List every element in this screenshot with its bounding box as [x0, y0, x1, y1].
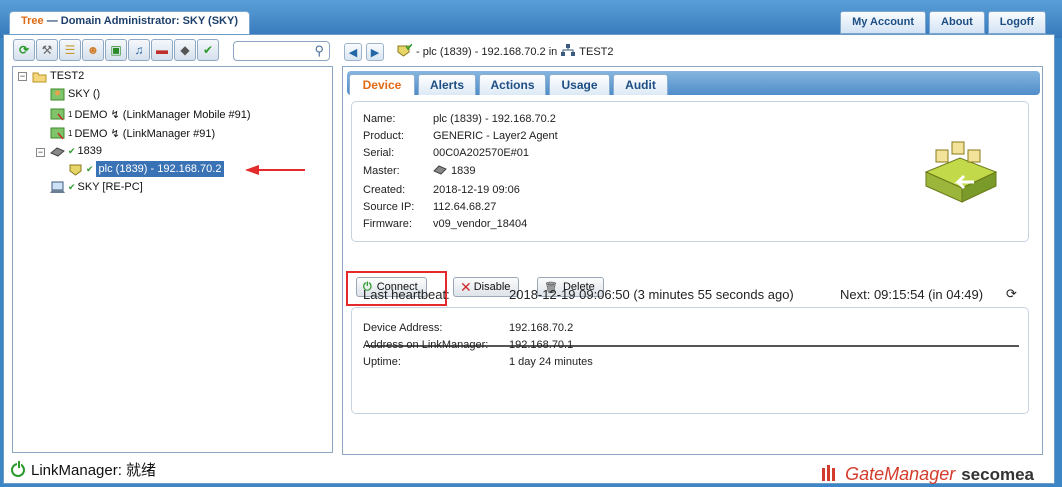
bell-icon[interactable]: ♫: [128, 39, 150, 61]
title-tab: Tree — Domain Administrator: SKY (SKY): [9, 11, 250, 34]
field-label: Master:: [363, 165, 400, 177]
tab-usage[interactable]: Usage: [549, 74, 610, 95]
device-icon: [50, 145, 65, 158]
status-text: LinkManager: 就绪: [31, 462, 157, 479]
tab-device[interactable]: Device: [349, 74, 415, 95]
tree-label: Tree: [21, 15, 44, 27]
screen-icon[interactable]: ▣: [105, 39, 127, 61]
brand-logos: GateManager secomea: [821, 464, 1034, 485]
tree-icon[interactable]: ☰: [59, 39, 81, 61]
power-icon: [11, 460, 25, 477]
tree-search-input[interactable]: ⚲: [233, 41, 330, 61]
forward-icon[interactable]: ▶: [366, 43, 384, 61]
created-value: 2018-12-19 09:06: [433, 184, 520, 196]
search-icon[interactable]: ⚲: [314, 43, 324, 59]
next-heartbeat: Next: 09:15:54 (in 04:49): [840, 287, 984, 302]
tab-actions[interactable]: Actions: [479, 74, 546, 95]
plc-agent-icon: [68, 163, 83, 176]
name-value: plc (1839) - 192.168.70.2: [433, 113, 556, 125]
user-icon[interactable]: ☻: [82, 39, 104, 61]
status-bar: LinkManager: 就绪: [11, 459, 156, 480]
x-icon: ✕: [460, 278, 472, 295]
refresh-icon[interactable]: ⟳: [13, 39, 35, 61]
device-info-card: Name: plc (1839) - 192.168.70.2 Product:…: [351, 101, 1029, 242]
gatemanager-logo-icon: [821, 464, 839, 485]
field-label: Address on LinkManager:: [363, 339, 489, 351]
field-label: Serial:: [363, 147, 395, 159]
plc-agent-icon: [396, 43, 413, 61]
folder-icon: [32, 70, 47, 83]
red-arrow-annotation: [245, 165, 305, 175]
tree-toolbar: ⟳ ⚒ ☰ ☻ ▣ ♫ ▬ ◆ ✔: [13, 39, 219, 61]
linkmanager-address-value: 192.168.70.1: [509, 339, 574, 351]
breadcrumb: ◀ ▶ - plc (1839) - 192.168.70.2 in TEST2: [344, 43, 614, 61]
about-link[interactable]: About: [929, 11, 985, 34]
firmware-value: v09_vendor_18404: [433, 218, 528, 230]
tree-node-demo[interactable]: 1 DEMO ↯ (LinkManager #91): [50, 125, 215, 141]
collapse-icon[interactable]: −: [18, 72, 27, 81]
tree-node-1839[interactable]: ✔ 1839: [50, 143, 102, 159]
field-label: Firmware:: [363, 218, 412, 230]
uptime-value: 1 day 24 minutes: [509, 356, 593, 368]
tab-bar: Device Alerts Actions Usage Audit: [347, 71, 1040, 95]
user-icon: [50, 88, 65, 101]
top-bar: Tree — Domain Administrator: SKY (SKY) M…: [0, 0, 1062, 38]
main-panel: ⟳ ⚒ ☰ ☻ ▣ ♫ ▬ ◆ ✔ ⚲ − TEST2 SKY () 1 DEM…: [3, 34, 1055, 484]
tree-panel: − TEST2 SKY () 1 DEMO ↯ (LinkManager Mob…: [12, 66, 333, 453]
secomea-logo: secomea: [961, 464, 1034, 484]
master-value[interactable]: 1839: [433, 164, 475, 178]
tools-icon[interactable]: ⚒: [36, 39, 58, 61]
collapse-icon[interactable]: −: [36, 148, 45, 157]
screen-icon: [50, 127, 65, 140]
domain-tree-icon: [561, 44, 576, 60]
check-device-icon[interactable]: ✔: [197, 39, 219, 61]
tab-alerts[interactable]: Alerts: [418, 74, 476, 95]
device-panel: Device Alerts Actions Usage Audit Name: …: [342, 66, 1043, 455]
serial-value: 00C0A202570E#01: [433, 147, 530, 159]
my-account-link[interactable]: My Account: [840, 11, 927, 34]
screen-icon: [50, 108, 65, 121]
field-label: Created:: [363, 184, 406, 196]
tree-node-sky[interactable]: SKY (): [50, 86, 100, 102]
field-label: Name:: [363, 113, 396, 125]
device-icon: [433, 164, 447, 178]
gatemanager-logo: GateManager: [845, 464, 956, 484]
tree-node-sky-re-pc[interactable]: ✔ SKY [RE-PC]: [50, 179, 143, 195]
field-label: Source IP:: [363, 201, 415, 213]
top-links: My Account About Logoff: [840, 11, 1046, 34]
tab-audit[interactable]: Audit: [613, 74, 668, 95]
tree-node-demo-mobile[interactable]: 1 DEMO ↯ (LinkManager Mobile #91): [50, 106, 251, 122]
refresh-icon[interactable]: ⟳: [1006, 286, 1017, 302]
device-icon[interactable]: ◆: [174, 39, 196, 61]
breadcrumb-domain[interactable]: TEST2: [579, 46, 613, 58]
device-address-value: 192.168.70.2: [509, 322, 574, 334]
heartbeat-card: [351, 307, 1029, 414]
tree-node-plc[interactable]: ✔ plc (1839) - 192.168.70.2: [68, 161, 225, 177]
layer2-agent-icon: [924, 141, 998, 203]
domain-title: — Domain Administrator: SKY (SKY): [46, 15, 238, 27]
field-label: Product:: [363, 130, 404, 142]
toolbox-icon[interactable]: ▬: [151, 39, 173, 61]
logoff-link[interactable]: Logoff: [987, 11, 1046, 34]
tree-root[interactable]: TEST2: [32, 68, 84, 84]
breadcrumb-item: - plc (1839) - 192.168.70.2 in: [416, 46, 558, 58]
field-label: Uptime:: [363, 356, 401, 368]
product-value: GENERIC - Layer2 Agent: [433, 130, 558, 142]
heartbeat-value: 2018-12-19 09:06:50 (3 minutes 55 second…: [509, 287, 794, 302]
selected-node-label: plc (1839) - 192.168.70.2: [95, 161, 225, 177]
source-ip-value: 112.64.68.27: [433, 201, 497, 213]
back-icon[interactable]: ◀: [344, 43, 362, 61]
field-label: Device Address:: [363, 322, 443, 334]
heartbeat-label: Last heartbeat:: [363, 287, 450, 302]
laptop-icon: [50, 181, 65, 194]
